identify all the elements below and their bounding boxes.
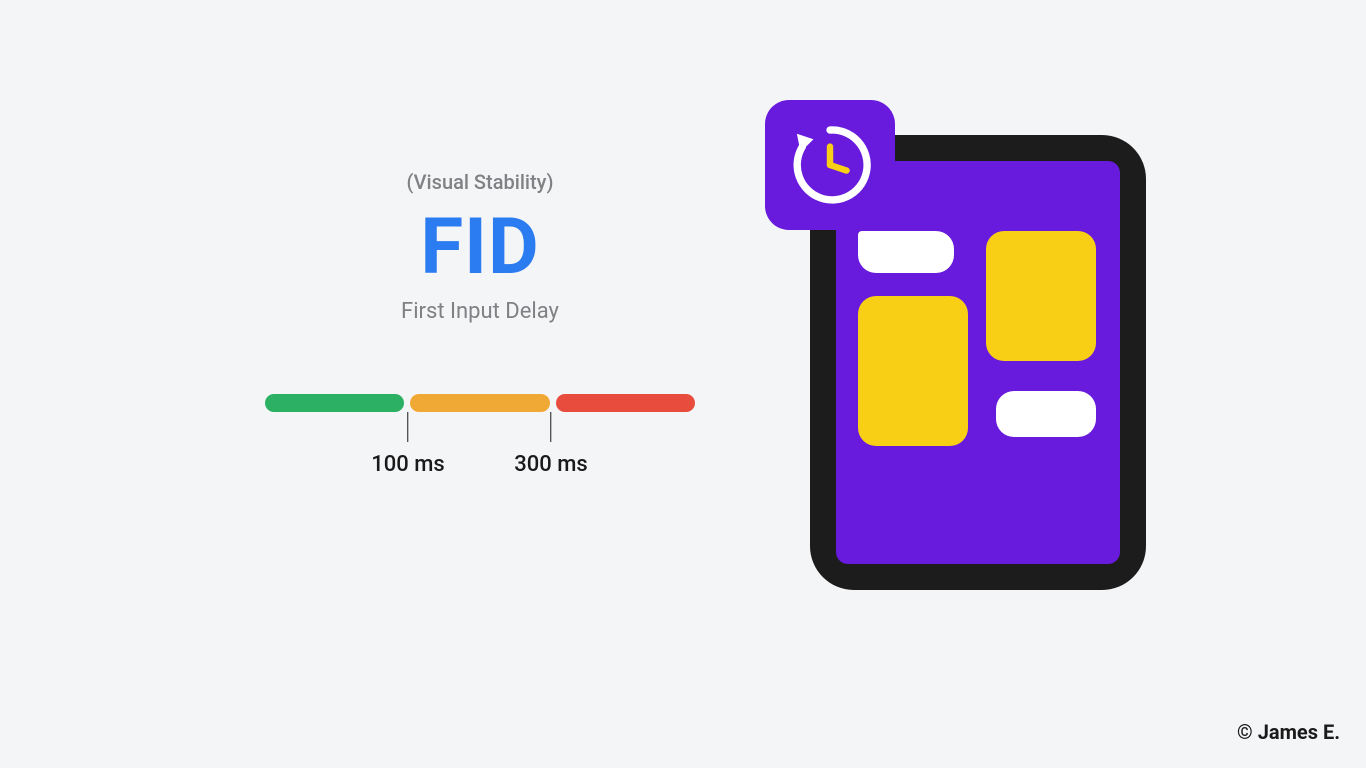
fid-title: FID <box>420 202 539 293</box>
visual-stability-label: (Visual Stability) <box>407 170 554 194</box>
scale-segment-poor <box>556 394 695 412</box>
phone-card-3 <box>858 296 968 446</box>
phone-card-4 <box>996 391 1096 437</box>
scale-segment-good <box>265 394 404 412</box>
credit-label: © James E. <box>1237 720 1340 744</box>
scale-segment-medium <box>410 394 549 412</box>
phone-card-2 <box>986 231 1096 361</box>
clock-history-icon <box>784 119 876 211</box>
phone-card-1 <box>858 231 954 273</box>
clock-badge <box>765 100 895 230</box>
scale-tick-2: 300 ms <box>514 412 587 477</box>
fid-info-panel: (Visual Stability) FID First Input Delay… <box>260 170 700 482</box>
scale-bar <box>265 394 695 412</box>
scale-ticks: 100 ms 300 ms <box>265 412 695 482</box>
tick-line <box>407 412 409 442</box>
tick-line <box>550 412 552 442</box>
tick-label-2: 300 ms <box>514 452 587 477</box>
scale-tick-1: 100 ms <box>371 412 444 477</box>
fid-subtitle: First Input Delay <box>401 299 559 324</box>
tick-label-1: 100 ms <box>371 452 444 477</box>
